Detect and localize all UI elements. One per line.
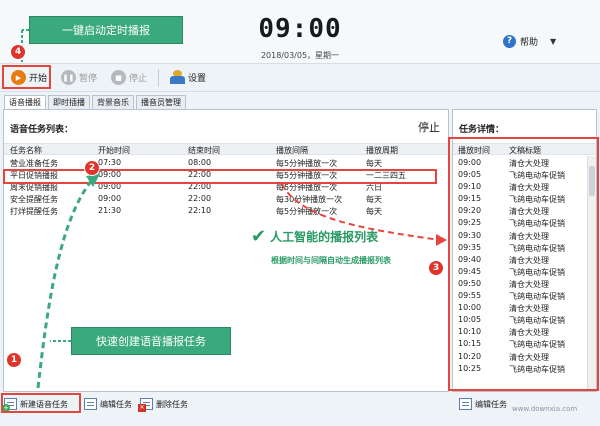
ai-list-title-text: 人工智能的播报列表 — [270, 230, 379, 244]
annotation-arrows — [21, 29, 447, 389]
callout-create-task: 快速创建语音播报任务 — [71, 327, 231, 355]
badge-2: 2 — [84, 160, 100, 176]
badge-4: 4 — [10, 44, 26, 60]
ai-list-title: ✔ 人工智能的播报列表 — [251, 226, 378, 247]
callout-one-click-start: 一键启动定时播报 — [29, 16, 183, 44]
badge-1: 1 — [6, 352, 22, 368]
ai-list-subtitle: 根据时间与间隔自动生成播报列表 — [271, 256, 391, 265]
badge-3: 3 — [428, 260, 444, 276]
watermark: www.downxia.com — [512, 405, 578, 413]
check-icon: ✔ — [251, 226, 267, 247]
